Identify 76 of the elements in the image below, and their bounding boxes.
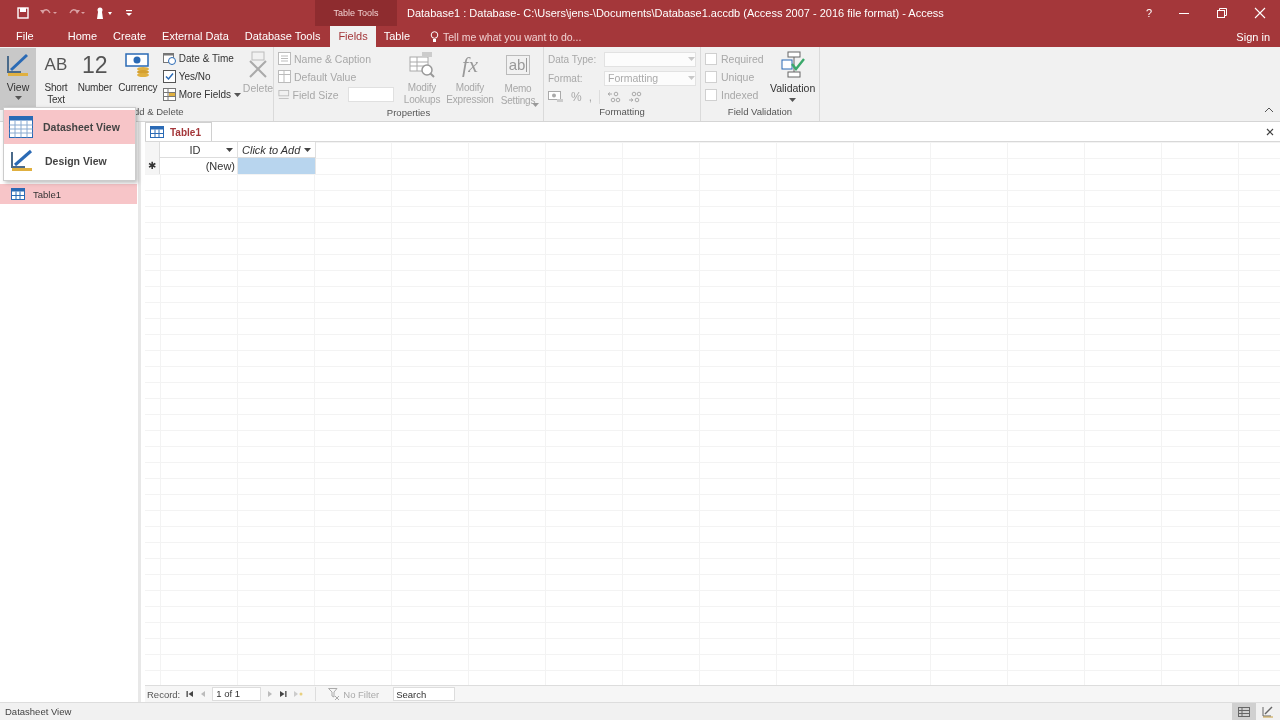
- view-button[interactable]: View: [0, 48, 36, 110]
- checkmark-icon: [162, 70, 176, 83]
- caret-icon: [688, 76, 695, 80]
- design-ruler-icon: [9, 149, 35, 173]
- help-button[interactable]: ?: [1145, 7, 1152, 19]
- table-icon: [150, 126, 164, 138]
- table-icon: [1238, 706, 1250, 717]
- menu-item[interactable]: Datasheet View: [4, 110, 135, 144]
- delete-column-icon: [246, 51, 270, 79]
- field-type-button[interactable]: Yes/No: [162, 69, 241, 84]
- tell-me-field[interactable]: Tell me what you want to do...: [430, 26, 582, 47]
- ribbon-tab[interactable]: Fields: [330, 26, 376, 47]
- lightbulb-icon: [430, 30, 440, 43]
- validation-button[interactable]: Validation: [767, 51, 818, 102]
- field-type-button[interactable]: 12 Number: [74, 51, 115, 94]
- caret-icon: [688, 57, 695, 61]
- calendar-clock-icon: [162, 52, 176, 65]
- group-label: Field Validation: [726, 106, 794, 119]
- design-ruler-icon: [5, 52, 31, 78]
- status-text: Datasheet View: [5, 706, 72, 717]
- close-icon[interactable]: [1266, 127, 1274, 136]
- table-cell[interactable]: (New): [160, 158, 238, 174]
- data-type-label: Data Type:: [548, 53, 598, 65]
- filter-icon: [328, 688, 341, 700]
- caret-icon: [304, 147, 311, 152]
- group-label: Formatting: [598, 106, 646, 119]
- ribbon-tab[interactable]: Create: [105, 26, 155, 47]
- search-field[interactable]: Search: [393, 687, 456, 701]
- last-record-icon[interactable]: [279, 690, 288, 698]
- context-header: Table Tools: [315, 0, 397, 26]
- save-icon[interactable]: [17, 7, 29, 19]
- collapse-ribbon-icon[interactable]: [1264, 107, 1274, 113]
- new-record-marker[interactable]: ✱: [145, 158, 160, 174]
- field-type-button[interactable]: More Fields: [162, 87, 241, 102]
- flowchart-check-icon: [779, 51, 806, 79]
- nav-item[interactable]: Table1: [0, 184, 137, 204]
- table-fields-icon: [162, 88, 176, 101]
- restore-icon[interactable]: [1216, 7, 1228, 19]
- ribbon-tab[interactable]: External Data: [154, 26, 237, 47]
- format-label: Format:: [548, 72, 584, 84]
- increase-decimals-icon[interactable]: [607, 91, 621, 103]
- resize-icon: [278, 88, 290, 101]
- customize-icon[interactable]: [125, 7, 133, 19]
- menu-item[interactable]: Design View: [4, 144, 135, 178]
- design-ruler-icon: [1262, 705, 1274, 718]
- record-label: Record:: [147, 688, 181, 700]
- caret-icon: [226, 147, 233, 152]
- list-icon: [278, 52, 291, 65]
- currency-format-icon[interactable]: [548, 91, 564, 103]
- decrease-decimals-icon[interactable]: [628, 91, 642, 103]
- caret-icon: [14, 96, 22, 100]
- previous-record-icon[interactable]: [200, 690, 207, 698]
- ribbon-tab[interactable]: File: [0, 26, 42, 47]
- money-icon: [124, 51, 151, 79]
- record-position-field[interactable]: 1 of 1: [212, 687, 262, 701]
- table-cell[interactable]: [238, 158, 316, 174]
- datasheet-icon: [9, 116, 33, 138]
- column-header[interactable]: ID: [160, 142, 238, 158]
- table-search-icon: [408, 51, 436, 79]
- group-label: Properties: [385, 107, 432, 120]
- ribbon-tab[interactable]: Database Tools: [236, 26, 329, 47]
- datasheet-view-button[interactable]: [1232, 702, 1256, 720]
- sign-in-link[interactable]: Sign in: [1236, 27, 1280, 47]
- field-type-button[interactable]: AB Short Text: [37, 51, 75, 106]
- next-record-icon[interactable]: [267, 690, 274, 698]
- touch-mode-icon[interactable]: [95, 7, 115, 19]
- ribbon-tab[interactable]: Table: [375, 26, 419, 47]
- ribbon-tab[interactable]: Home: [59, 26, 106, 47]
- field-type-button[interactable]: Date & Time: [162, 51, 241, 66]
- document-tab[interactable]: Table1: [145, 122, 212, 141]
- window-title: Database1 : Database- C:\Users\jens-\Documents\Database1.accdb (Access 2007 - 2016 file format) - Access: [407, 7, 944, 19]
- field-type-button[interactable]: Currency: [114, 51, 161, 94]
- column-header[interactable]: Click to Add: [238, 142, 316, 158]
- table-arrow-icon: [278, 70, 291, 83]
- first-record-icon[interactable]: [186, 690, 195, 698]
- table-icon: [11, 188, 25, 200]
